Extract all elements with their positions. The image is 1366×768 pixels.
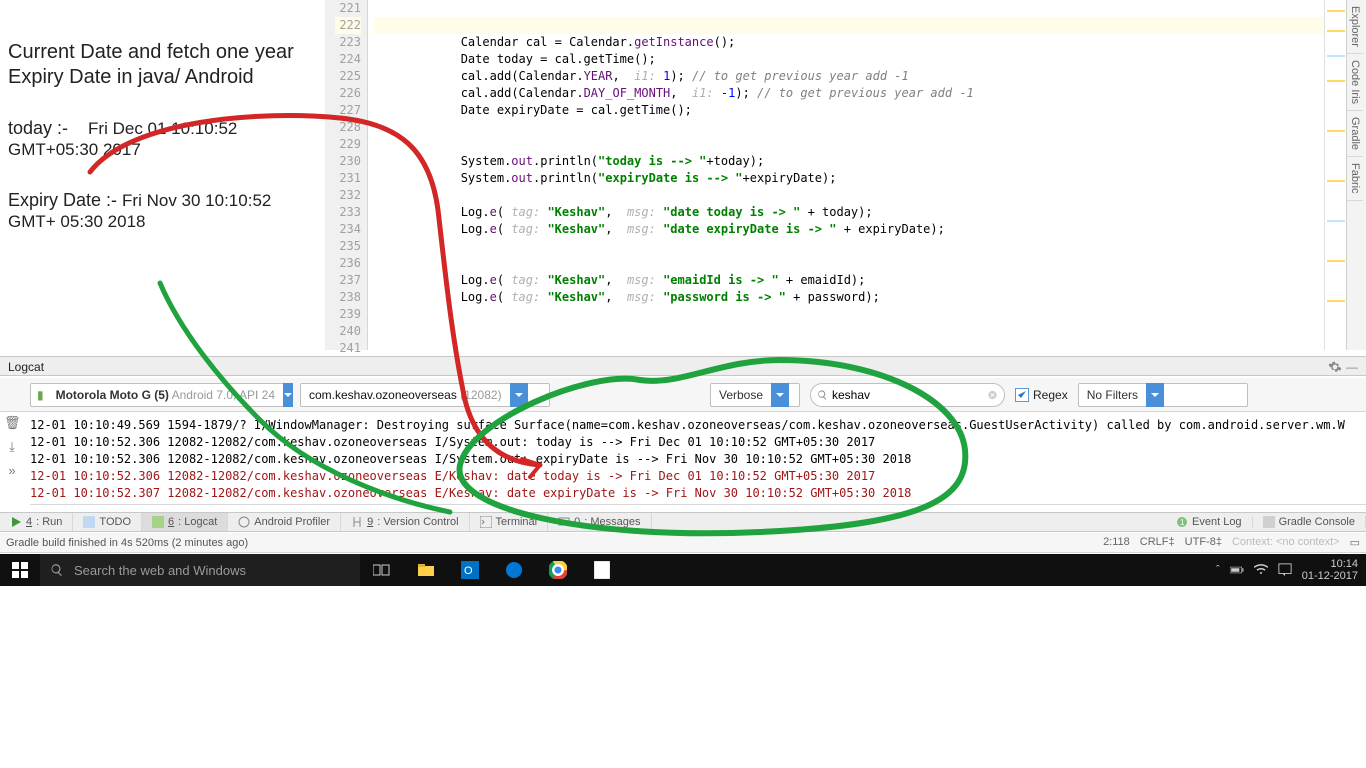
windows-taskbar: Search the web and Windows O ˆ 10:14 01-…	[0, 554, 1366, 586]
edge-icon[interactable]	[492, 554, 536, 586]
caret-position: 2:118	[1103, 536, 1130, 549]
more-icon[interactable]: »	[4, 463, 20, 479]
log-level-select[interactable]: Verbose	[710, 383, 800, 407]
taskbar-apps: O	[360, 554, 624, 586]
annotation-today-label: today :-	[8, 118, 68, 139]
memory-indicator: ▭	[1350, 536, 1360, 549]
logcat-tab-header: Logcat —	[0, 356, 1366, 376]
toolwin-android-profiler[interactable]: Android Profiler	[228, 513, 341, 531]
context-selector[interactable]: Context: <no context>	[1232, 536, 1340, 549]
code-area[interactable]: Calendar cal = Calendar.getInstance(); D…	[368, 0, 1324, 350]
gear-icon[interactable]	[1328, 360, 1342, 374]
status-bar: Gradle build finished in 4s 520ms (2 min…	[0, 533, 1366, 553]
minimize-icon[interactable]: —	[1346, 357, 1358, 375]
chevron-down-icon[interactable]	[283, 383, 293, 407]
system-tray: ˆ 10:14 01-12-2017	[1216, 558, 1366, 582]
chevron-down-icon[interactable]	[771, 383, 789, 407]
logcat-toolbar: ▮ Motorola Moto G (5) Android 7.0, API 2…	[0, 378, 1366, 412]
toolwin--version-control[interactable]: 9: Version Control	[341, 513, 469, 531]
file-explorer-icon[interactable]	[404, 554, 448, 586]
chevron-down-icon[interactable]	[510, 383, 528, 407]
wifi-icon[interactable]	[1254, 563, 1268, 577]
toolwin--messages[interactable]: 0: Messages	[548, 513, 651, 531]
annotation-expiry-label: Expiry Date :-	[8, 190, 117, 211]
tool-fabric[interactable]: Fabric	[1347, 157, 1363, 201]
scroll-end-icon[interactable]: ⤓	[4, 439, 20, 455]
chrome-icon[interactable]	[536, 554, 580, 586]
task-view-icon[interactable]	[360, 554, 404, 586]
search-icon	[817, 388, 828, 402]
clear-icon[interactable]	[987, 388, 998, 402]
search-icon	[50, 563, 64, 577]
logcat-tab-title[interactable]: Logcat	[8, 357, 44, 375]
taskbar-search-placeholder: Search the web and Windows	[74, 563, 246, 578]
start-button[interactable]	[0, 554, 40, 586]
logcat-search-input[interactable]	[832, 388, 987, 402]
logcat-side-actions: 🗑 ⤓ »	[4, 415, 26, 479]
toolwin-event-log[interactable]: 1 Event Log	[1166, 516, 1253, 528]
right-tool-sidebar: Explorer Code Iris Gradle Fabric	[1346, 0, 1366, 350]
status-message: Gradle build finished in 4s 520ms (2 min…	[6, 537, 248, 549]
line-numbers: 2212222232242252262272282292302312322332…	[335, 0, 367, 350]
notepad-icon[interactable]	[580, 554, 624, 586]
regex-checkbox[interactable]: Regex	[1015, 388, 1068, 402]
error-stripe[interactable]	[1324, 0, 1346, 350]
logcat-search[interactable]	[810, 383, 1005, 407]
tray-chevron-icon[interactable]: ˆ	[1216, 564, 1220, 576]
toolwin-gradle-console[interactable]: Gradle Console	[1253, 516, 1366, 528]
logcat-output[interactable]: 12-01 10:10:49.569 1594-1879/? I/WindowM…	[30, 413, 1366, 505]
action-center-icon[interactable]	[1278, 563, 1292, 577]
device-select[interactable]: ▮ Motorola Moto G (5) Android 7.0, API 2…	[30, 383, 290, 407]
tool-code-iris[interactable]: Code Iris	[1347, 54, 1363, 111]
line-separator[interactable]: CRLF‡	[1140, 536, 1175, 549]
tool-gradle[interactable]: Gradle	[1347, 111, 1363, 157]
app-select[interactable]: com.keshav.ozoneoverseas (12082)	[300, 383, 550, 407]
toolwin--logcat[interactable]: 6: Logcat	[142, 513, 228, 531]
svg-text:O: O	[464, 565, 473, 577]
filter-select[interactable]: No Filters	[1078, 383, 1248, 407]
editor-gutter: 2212222232242252262272282292302312322332…	[325, 0, 368, 350]
taskbar-search[interactable]: Search the web and Windows	[40, 554, 360, 586]
code-editor[interactable]: 2212222232242252262272282292302312322332…	[325, 0, 1324, 350]
svg-text:1: 1	[1180, 518, 1185, 527]
battery-icon[interactable]	[1230, 563, 1244, 577]
chevron-down-icon[interactable]	[1146, 383, 1164, 407]
outlook-icon[interactable]: O	[448, 554, 492, 586]
file-encoding[interactable]: UTF-8‡	[1185, 536, 1222, 549]
toolwin-terminal[interactable]: Terminal	[470, 513, 549, 531]
tool-window-bar: 4: Run TODO 6: Logcat Android Profiler 9…	[0, 512, 1366, 532]
annotation-title: Current Date and fetch one year Expiry D…	[8, 40, 318, 90]
annotation-panel: Current Date and fetch one year Expiry D…	[8, 40, 318, 246]
tool-explorer[interactable]: Explorer	[1347, 0, 1363, 54]
trash-icon[interactable]: 🗑	[4, 415, 20, 431]
toolwin-todo[interactable]: TODO	[73, 513, 142, 531]
regex-label: Regex	[1033, 388, 1068, 402]
taskbar-clock[interactable]: 10:14 01-12-2017	[1302, 558, 1358, 582]
toolwin--run[interactable]: 4: Run	[0, 513, 73, 531]
